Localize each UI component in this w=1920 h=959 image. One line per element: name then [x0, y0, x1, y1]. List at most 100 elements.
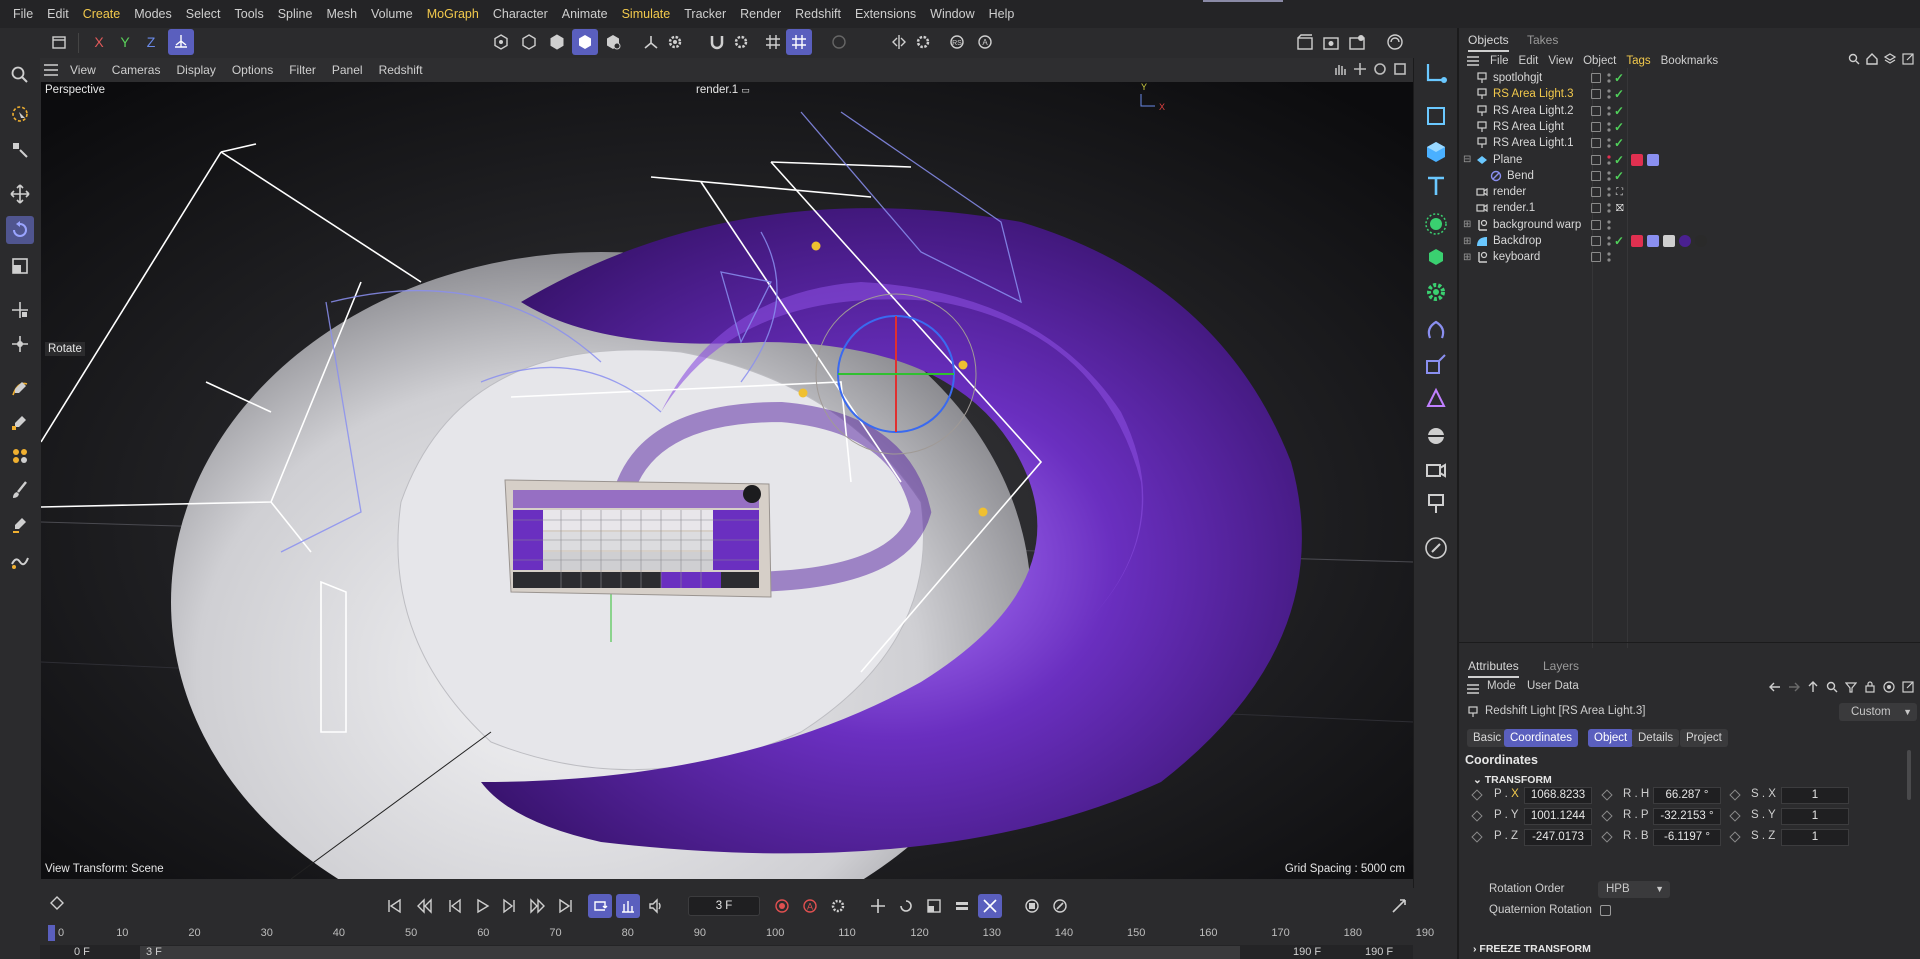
rectangle-spline-icon[interactable]: [1422, 102, 1450, 130]
material-tag-icon[interactable]: [1647, 235, 1659, 247]
visibility-dots-icon[interactable]: [1607, 72, 1611, 84]
material-tag-icon[interactable]: [1679, 235, 1691, 247]
autokey-icon[interactable]: A: [798, 894, 822, 918]
viewport-menu-view[interactable]: View: [62, 58, 104, 82]
attr-hamburger-icon[interactable]: [1467, 683, 1479, 697]
timeline-expand-icon[interactable]: [1387, 894, 1411, 918]
enabled-check-icon[interactable]: ✓: [1614, 234, 1624, 248]
active-camera-tag-icon[interactable]: ⛝: [1616, 203, 1624, 214]
attr-user-data-menu[interactable]: User Data: [1527, 680, 1579, 692]
objects-search-icon[interactable]: [1848, 53, 1860, 65]
axis-y-button[interactable]: Y: [112, 29, 138, 55]
viewport-menu-filter[interactable]: Filter: [281, 58, 324, 82]
keyframe-icon[interactable]: [1601, 789, 1613, 801]
symmetry-settings-icon[interactable]: [910, 29, 936, 55]
keyframe-mode-icon[interactable]: [50, 896, 64, 913]
viewport-solo-icon[interactable]: RS: [944, 29, 970, 55]
previous-frame-icon[interactable]: [442, 894, 466, 918]
rotation-field[interactable]: -6.1197 °: [1653, 829, 1721, 846]
rotate-tool-icon[interactable]: [6, 216, 34, 244]
enabled-check-icon[interactable]: ✓: [1614, 71, 1624, 85]
polygons-mode-icon[interactable]: [572, 29, 598, 55]
cube-icon[interactable]: [1422, 138, 1450, 166]
snap-magnet-icon[interactable]: [704, 29, 730, 55]
enabled-check-icon[interactable]: ✓: [1614, 153, 1624, 167]
deformer-icon[interactable]: [1422, 316, 1450, 344]
attr-mode-menu[interactable]: Mode: [1487, 680, 1516, 692]
editor-visibility-icon[interactable]: [1591, 121, 1601, 132]
expand-icon[interactable]: ⊞: [1463, 252, 1471, 263]
tab-coordinates[interactable]: Coordinates: [1504, 729, 1579, 747]
render-to-picture-viewer-icon[interactable]: [1344, 29, 1370, 55]
model-mode-icon[interactable]: [488, 29, 514, 55]
scale-field[interactable]: 1: [1781, 829, 1849, 846]
material-tag-icon[interactable]: [1695, 235, 1707, 247]
back-arrow-icon[interactable]: [1769, 681, 1781, 693]
editor-visibility-icon[interactable]: [1591, 138, 1601, 149]
position-field[interactable]: -247.0173: [1524, 829, 1592, 846]
expand-icon[interactable]: ⊞: [1463, 219, 1471, 230]
symmetry-icon[interactable]: [886, 29, 912, 55]
layers-icon[interactable]: [1884, 53, 1896, 65]
menu-mograph[interactable]: MoGraph: [420, 0, 486, 28]
render-active-view-icon[interactable]: [1318, 29, 1344, 55]
menu-tracker[interactable]: Tracker: [677, 0, 733, 28]
workplane-snap-icon[interactable]: [786, 29, 812, 55]
menu-window[interactable]: Window: [923, 0, 981, 28]
next-frame-icon[interactable]: [498, 894, 522, 918]
visibility-dots-icon[interactable]: [1607, 170, 1611, 182]
redshift-render-view-icon[interactable]: [1382, 29, 1408, 55]
quaternion-checkbox[interactable]: [1600, 905, 1611, 916]
spline-sketch-icon[interactable]: [6, 408, 34, 436]
menu-render[interactable]: Render: [733, 0, 788, 28]
attr-expand-icon[interactable]: [1902, 681, 1914, 693]
rotate-keys-icon[interactable]: [894, 894, 918, 918]
camera-label[interactable]: render.1 ▭: [696, 84, 750, 96]
visibility-dots-icon[interactable]: [1607, 219, 1611, 231]
range-slider[interactable]: [140, 946, 1240, 959]
enabled-check-icon[interactable]: ✓: [1614, 136, 1624, 150]
viewport-menu-options[interactable]: Options: [224, 58, 281, 82]
locked-workplane-icon[interactable]: [826, 29, 852, 55]
dolly-icon[interactable]: [1353, 62, 1367, 76]
menu-volume[interactable]: Volume: [364, 0, 420, 28]
editor-visibility-icon[interactable]: [1591, 73, 1601, 83]
cloner-icon[interactable]: [1422, 210, 1450, 238]
transform-tool-icon[interactable]: [6, 296, 34, 324]
menu-create[interactable]: Create: [76, 0, 128, 28]
expand-icon[interactable]: ⊞: [1463, 236, 1471, 247]
material-tag-icon[interactable]: [1631, 153, 1643, 166]
live-selection-icon[interactable]: [6, 100, 34, 128]
lock-icon[interactable]: [1864, 681, 1876, 693]
tab-takes[interactable]: Takes: [1527, 33, 1558, 47]
expand-icon[interactable]: ⊟: [1463, 154, 1471, 165]
editor-visibility-icon[interactable]: [1591, 187, 1601, 198]
render-view-icon[interactable]: [1292, 29, 1318, 55]
settings-gear-icon[interactable]: [662, 29, 688, 55]
editor-visibility-icon[interactable]: [1591, 154, 1601, 165]
3d-viewport[interactable]: Y X Perspective render.1 ▭ Rotate View T…: [41, 82, 1413, 879]
rotation-order-dropdown[interactable]: HPB ▼: [1598, 881, 1670, 898]
next-key-icon[interactable]: [526, 894, 550, 918]
visibility-dots-icon[interactable]: [1607, 121, 1611, 133]
keyframe-icon[interactable]: [1601, 831, 1613, 843]
editor-visibility-icon[interactable]: [1591, 219, 1601, 230]
undo-button[interactable]: [46, 29, 72, 55]
keyframe-icon[interactable]: [1729, 831, 1741, 843]
position-field[interactable]: 1068.8233: [1524, 787, 1592, 804]
play-icon[interactable]: [470, 894, 494, 918]
scale-field[interactable]: 1: [1781, 787, 1849, 804]
tab-layers[interactable]: Layers: [1543, 659, 1579, 673]
scale-tool-icon[interactable]: [6, 252, 34, 280]
editor-visibility-icon[interactable]: [1591, 105, 1601, 116]
snap-settings-icon[interactable]: [728, 29, 754, 55]
loop-icon[interactable]: [588, 894, 612, 918]
visibility-dots-icon[interactable]: [1607, 105, 1611, 117]
bend-deformer-icon[interactable]: [1422, 384, 1450, 412]
previous-key-icon[interactable]: [412, 894, 436, 918]
material-tag-icon[interactable]: [1663, 235, 1675, 247]
param-keys-icon[interactable]: [950, 894, 974, 918]
visibility-dots-icon[interactable]: [1607, 251, 1611, 263]
pen-tool-icon[interactable]: [6, 510, 34, 538]
visibility-dots-icon[interactable]: [1607, 137, 1611, 149]
